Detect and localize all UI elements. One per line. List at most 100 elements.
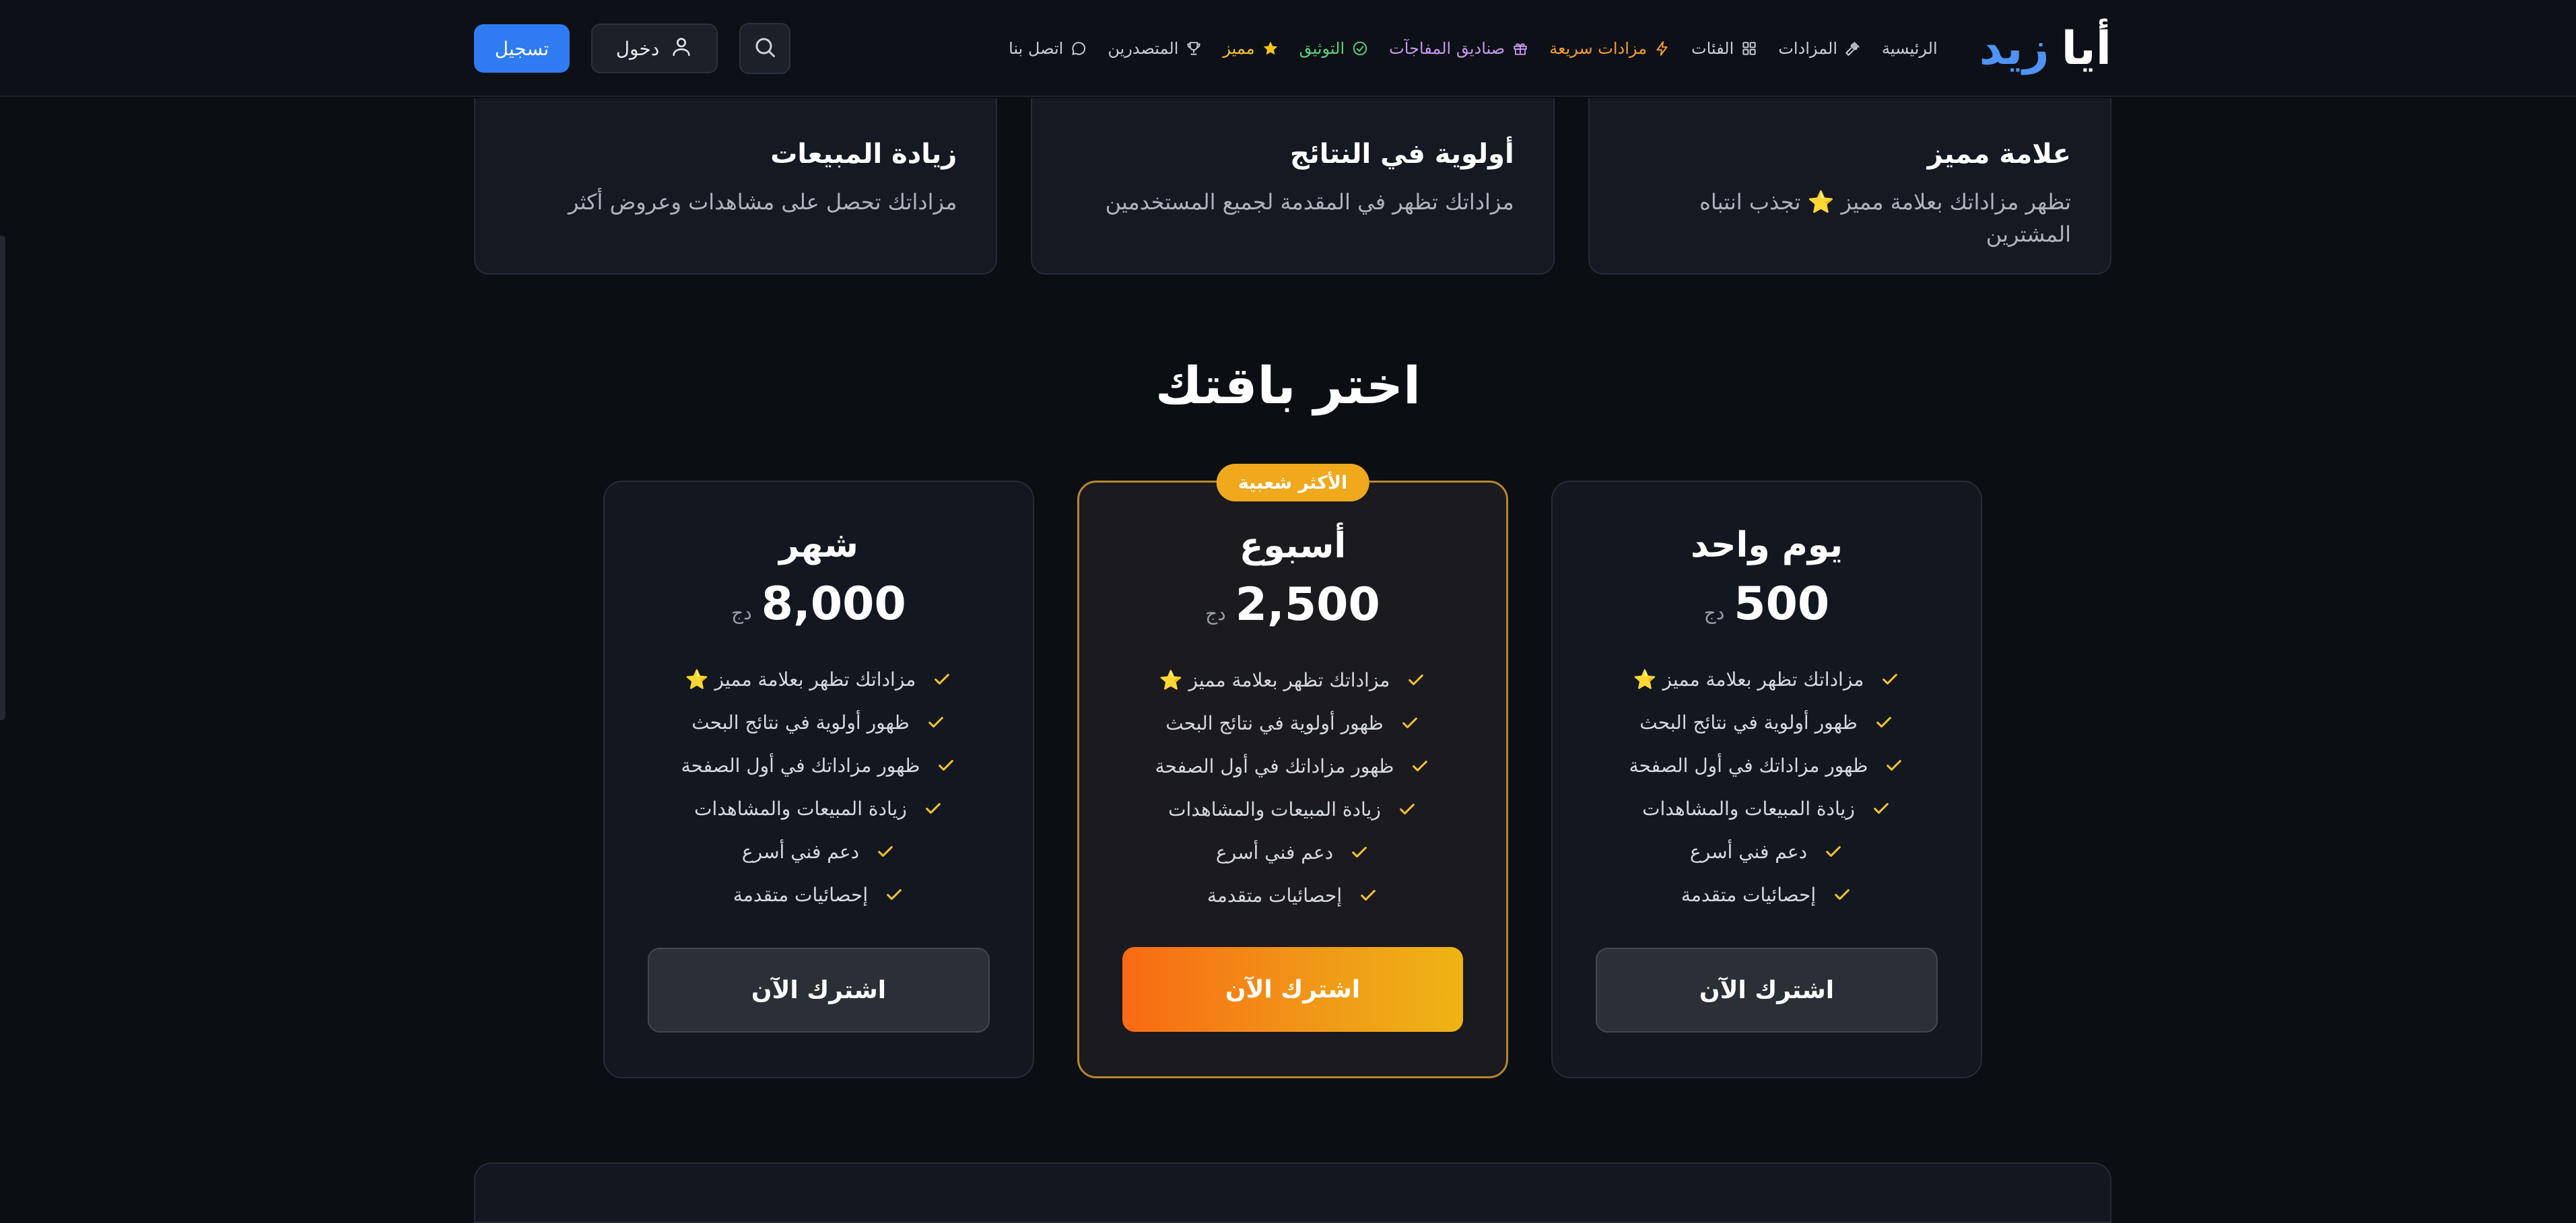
feature-description: مزاداتك تحصل على مشاهدات وعروض أكثر — [568, 189, 957, 215]
most-popular-badge: الأكثر شعبية — [1216, 464, 1369, 501]
nav-link-label: المزادات — [1778, 39, 1837, 58]
plan-feature-item: إحصائيات متقدمة — [1681, 873, 1852, 916]
nav-link-label: التوثيق — [1299, 39, 1345, 58]
check-icon — [1406, 670, 1426, 690]
search-icon — [753, 35, 777, 62]
plan-feature-text: ظهور أولوية في نتائج البحث — [1639, 711, 1858, 734]
plan-feature-text: ظهور مزاداتك في أول الصفحة — [1155, 755, 1394, 777]
plan-feature-item: مزاداتك تظهر بعلامة مميز ⭐ — [1633, 658, 1901, 701]
plan-card: الأكثر شعبية أسبوع دج 2,500 مزاداتك تظهر بعل… — [1077, 464, 1508, 1078]
plan-currency: دج — [1205, 602, 1226, 625]
plan-feature-text: مزاداتك تظهر بعلامة مميز ⭐ — [1633, 668, 1864, 691]
nav-link-0[interactable]: الرئيسية — [1882, 39, 1938, 58]
login-button[interactable]: دخول — [591, 24, 718, 73]
feature-card: زيادة المبيعات مزاداتك تحصل على مشاهدات و… — [474, 98, 998, 275]
check-icon — [1823, 841, 1843, 862]
features-row: علامة مميز تظهر مزاداتك بعلامة مميز ⭐ تجذ… — [474, 98, 2111, 275]
check-icon — [926, 712, 946, 732]
plan-feature-item: ظهور أولوية في نتائج البحث — [691, 701, 946, 744]
nav-link-label: مزادات سريعة — [1549, 39, 1647, 58]
trophy-icon — [1185, 40, 1202, 57]
nav-link-8[interactable]: اتصل بنا — [1009, 39, 1087, 58]
nav-link-5[interactable]: التوثيق — [1299, 39, 1369, 58]
plan-feature-text: ظهور أولوية في نتائج البحث — [1165, 711, 1384, 734]
plan-amount: 8,000 — [761, 578, 906, 631]
plan-feature-list: مزاداتك تظهر بعلامة مميز ⭐ ظهور أولوية في… — [1553, 658, 1981, 916]
nav-links: الرئيسية المزادات الفئات مزادات سريعة صناديق… — [1009, 39, 1938, 58]
feature-description: مزاداتك تظهر في المقدمة لجميع المستخدمين — [1105, 189, 1514, 215]
plan-feature-text: دعم فني أسرع — [1215, 841, 1334, 864]
subscribe-button[interactable]: اشترك الآن — [648, 948, 990, 1033]
next-section-card — [474, 1162, 2111, 1223]
plans-section-title: اختر باقتك — [1155, 355, 1421, 415]
plan-feature-item: إحصائيات متقدمة — [733, 873, 904, 916]
plan-feature-list: مزاداتك تظهر بعلامة مميز ⭐ ظهور أولوية في… — [605, 658, 1033, 916]
plan-feature-item: إحصائيات متقدمة — [1207, 874, 1378, 917]
subscribe-button[interactable]: اشترك الآن — [1596, 948, 1938, 1033]
lightning-icon — [1654, 40, 1671, 57]
plan-feature-item: ظهور مزاداتك في أول الصفحة — [1629, 744, 1905, 787]
nav-link-4[interactable]: صناديق المفاجآت — [1389, 39, 1529, 58]
check-icon — [1871, 798, 1891, 818]
plan-feature-text: مزاداتك تظهر بعلامة مميز ⭐ — [685, 668, 916, 691]
check-icon — [1832, 884, 1852, 905]
plan-feature-text: إحصائيات متقدمة — [733, 883, 869, 906]
gift-icon — [1512, 40, 1529, 57]
nav-link-label: اتصل بنا — [1009, 39, 1064, 58]
check-icon — [923, 798, 943, 818]
plan-feature-item: ظهور مزاداتك في أول الصفحة — [681, 744, 957, 787]
check-icon — [1884, 755, 1904, 775]
nav-link-label: مميز — [1223, 39, 1255, 58]
check-icon — [1349, 842, 1369, 862]
feature-title: علامة مميز — [1927, 139, 2071, 170]
plan-price: دج 500 — [1553, 578, 1981, 631]
nav-link-1[interactable]: المزادات — [1778, 39, 1862, 58]
grid-icon — [1740, 40, 1758, 57]
subscribe-button[interactable]: اشترك الآن — [1122, 947, 1463, 1032]
chat-icon — [1070, 40, 1087, 57]
plan-feature-text: دعم فني أسرع — [1689, 840, 1808, 863]
plans-grid: يوم واحد دج 500 مزاداتك تظهر بعلامة مميز ⭐ ظ… — [603, 464, 1982, 1078]
check-icon — [936, 755, 956, 775]
check-icon — [1874, 712, 1894, 732]
nav-link-3[interactable]: مزادات سريعة — [1549, 39, 1671, 58]
feature-title: أولوية في النتائج — [1289, 139, 1514, 170]
plan-feature-text: مزاداتك تظهر بعلامة مميز ⭐ — [1159, 668, 1390, 691]
login-label: دخول — [615, 37, 660, 60]
plan-card: يوم واحد دج 500 مزاداتك تظهر بعلامة مميز ⭐ ظ… — [1551, 481, 1982, 1078]
plan-feature-item: زيادة المبيعات والمشاهدات — [1168, 788, 1417, 831]
plan-feature-item: دعم فني أسرع — [742, 830, 895, 873]
plan-feature-text: زيادة المبيعات والمشاهدات — [1642, 797, 1855, 820]
side-scrollbar[interactable] — [0, 236, 5, 720]
navbar-left-group: دخول تسجيل — [474, 23, 790, 74]
nav-link-6[interactable]: مميز — [1223, 39, 1279, 58]
plan-feature-item: زيادة المبيعات والمشاهدات — [694, 787, 943, 830]
plan-currency: دج — [731, 602, 752, 624]
plan-feature-list: مزاداتك تظهر بعلامة مميز ⭐ ظهور أولوية في… — [1079, 658, 1506, 917]
logo-word-1: أيا — [2061, 22, 2111, 75]
star-icon — [1262, 40, 1279, 57]
plan-feature-text: دعم فني أسرع — [741, 840, 860, 863]
search-button[interactable] — [739, 23, 790, 74]
check-icon — [875, 841, 895, 862]
check-icon — [1410, 756, 1430, 776]
register-button[interactable]: تسجيل — [474, 24, 570, 73]
feature-card: أولوية في النتائج مزاداتك تظهر في المقدمة… — [1031, 98, 1555, 275]
plan-name: شهر — [779, 525, 858, 565]
plan-feature-text: ظهور مزاداتك في أول الصفحة — [1629, 754, 1868, 777]
nav-link-2[interactable]: الفئات — [1691, 39, 1758, 58]
nav-link-label: الرئيسية — [1881, 39, 1938, 58]
feature-description: تظهر مزاداتك بعلامة مميز ⭐ تجذب انتباه ا… — [1699, 189, 2071, 247]
plan-feature-item: ظهور أولوية في نتائج البحث — [1639, 701, 1894, 744]
gavel-icon — [1844, 40, 1862, 57]
plan-feature-text: إحصائيات متقدمة — [1207, 884, 1343, 907]
nav-link-7[interactable]: المتصدرين — [1108, 39, 1202, 58]
plan-feature-item: دعم فني أسرع — [1690, 830, 1843, 873]
check-icon — [884, 884, 904, 905]
navbar-right-group: أيا زيد الرئيسية المزادات الفئات مزادات سري… — [1009, 22, 2111, 75]
site-logo[interactable]: أيا زيد — [1979, 22, 2111, 75]
plan-name: أسبوع — [1239, 526, 1347, 566]
plan-feature-item: ظهور أولوية في نتائج البحث — [1165, 701, 1420, 744]
nav-link-label: الفئات — [1691, 39, 1734, 58]
plan-price: دج 2,500 — [1079, 578, 1506, 631]
